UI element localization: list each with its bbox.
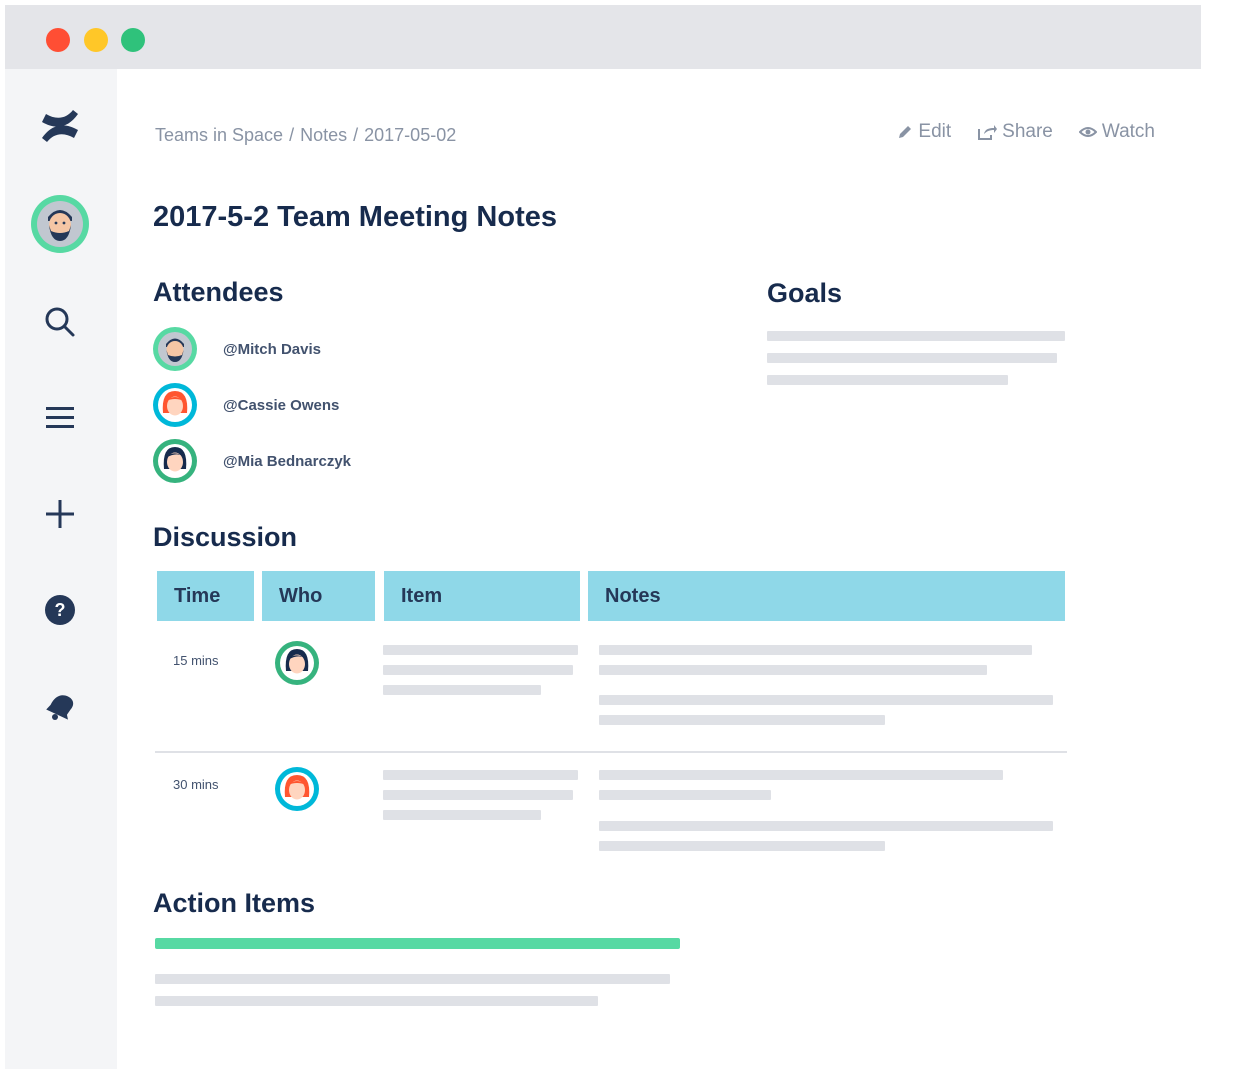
notes-placeholder-line — [599, 715, 885, 725]
red-hair-woman-avatar-icon — [153, 383, 197, 427]
eye-icon — [1078, 127, 1097, 137]
notes-placeholder-line — [599, 821, 1053, 831]
menu-icon[interactable] — [31, 389, 89, 447]
attendee-item[interactable]: @Cassie Owens — [153, 383, 339, 427]
breadcrumb-notes-link[interactable]: Notes — [300, 125, 347, 146]
search-icon[interactable] — [31, 293, 89, 351]
svg-text:?: ? — [55, 600, 66, 620]
help-icon[interactable]: ? — [31, 581, 89, 639]
share-icon — [978, 125, 998, 140]
attendee-name: @Cassie Owens — [223, 396, 340, 414]
minimize-window-button[interactable] — [84, 28, 108, 52]
goals-heading: Goals — [767, 278, 843, 308]
breadcrumb: Teams in Space / Notes / 2017-05-02 — [155, 125, 456, 146]
window-titlebar — [5, 5, 1201, 69]
discussion-heading: Discussion — [153, 522, 298, 552]
item-placeholder-line — [383, 645, 578, 655]
notification-icon[interactable] — [31, 677, 89, 735]
global-sidebar: ? — [5, 69, 117, 1069]
attendee-name: @Mia Bednarczyk — [223, 452, 352, 470]
item-placeholder-line — [383, 790, 573, 800]
item-placeholder-line — [383, 810, 541, 820]
action-items-placeholder-line — [155, 974, 670, 984]
item-placeholder-line — [383, 665, 573, 675]
goals-placeholder-line — [767, 353, 1057, 363]
notes-placeholder-line — [599, 841, 885, 851]
app-window: ? Teams in Space / Notes / 2017-05-02 Ed… — [5, 5, 1201, 1069]
close-window-button[interactable] — [46, 28, 70, 52]
watch-button[interactable]: Watch — [1078, 121, 1155, 143]
goals-placeholder-line — [767, 375, 1008, 385]
page-actions: Edit Share Watch — [897, 121, 1155, 143]
page-content: Teams in Space / Notes / 2017-05-02 Edit… — [117, 69, 1201, 1069]
goals-placeholder-line — [767, 331, 1065, 341]
notes-placeholder-line — [599, 645, 1032, 655]
breadcrumb-current-page[interactable]: 2017-05-02 — [364, 125, 456, 146]
notes-placeholder-line — [599, 790, 771, 800]
time-cell: 30 mins — [173, 777, 219, 792]
watch-label: Watch — [1101, 121, 1155, 142]
breadcrumb-separator: / — [353, 125, 359, 145]
edit-label: Edit — [918, 121, 952, 142]
notes-placeholder-line — [599, 665, 987, 675]
table-header-notes[interactable]: Notes — [588, 571, 1065, 621]
action-items-accent-bar — [155, 938, 680, 949]
page-title: 2017-5-2 Team Meeting Notes — [153, 201, 557, 233]
notes-placeholder-line — [599, 770, 1003, 780]
pencil-icon — [899, 126, 912, 138]
notes-placeholder-line — [599, 695, 1053, 705]
user-avatar-icon[interactable] — [31, 195, 89, 253]
attendee-item[interactable]: @Mia Bednarczyk — [153, 439, 351, 483]
dark-hair-woman-avatar-icon — [153, 439, 197, 483]
table-header-time[interactable]: Time — [157, 571, 254, 621]
item-placeholder-line — [383, 685, 541, 695]
action-items-placeholder-line — [155, 996, 598, 1006]
action-items-heading: Action Items — [153, 888, 316, 918]
table-header-who[interactable]: Who — [262, 571, 375, 621]
bearded-man-avatar-icon — [153, 327, 197, 371]
edit-button[interactable]: Edit — [897, 121, 951, 143]
attendee-name: @Mitch Davis — [223, 340, 321, 358]
red-hair-woman-avatar-icon — [275, 767, 319, 811]
plus-icon[interactable] — [31, 485, 89, 543]
share-label: Share — [1002, 121, 1053, 142]
share-button[interactable]: Share — [977, 121, 1053, 143]
item-placeholder-line — [383, 770, 578, 780]
time-cell: 15 mins — [173, 653, 219, 668]
breadcrumb-space-link[interactable]: Teams in Space — [155, 125, 283, 146]
table-header-item[interactable]: Item — [384, 571, 580, 621]
attendees-heading: Attendees — [153, 277, 284, 307]
breadcrumb-separator: / — [289, 125, 295, 145]
maximize-window-button[interactable] — [121, 28, 145, 52]
attendee-item[interactable]: @Mitch Davis — [153, 327, 321, 371]
dark-hair-woman-avatar-icon — [275, 641, 319, 685]
confluence-logo-icon[interactable] — [31, 97, 89, 155]
row-divider — [155, 751, 1067, 753]
